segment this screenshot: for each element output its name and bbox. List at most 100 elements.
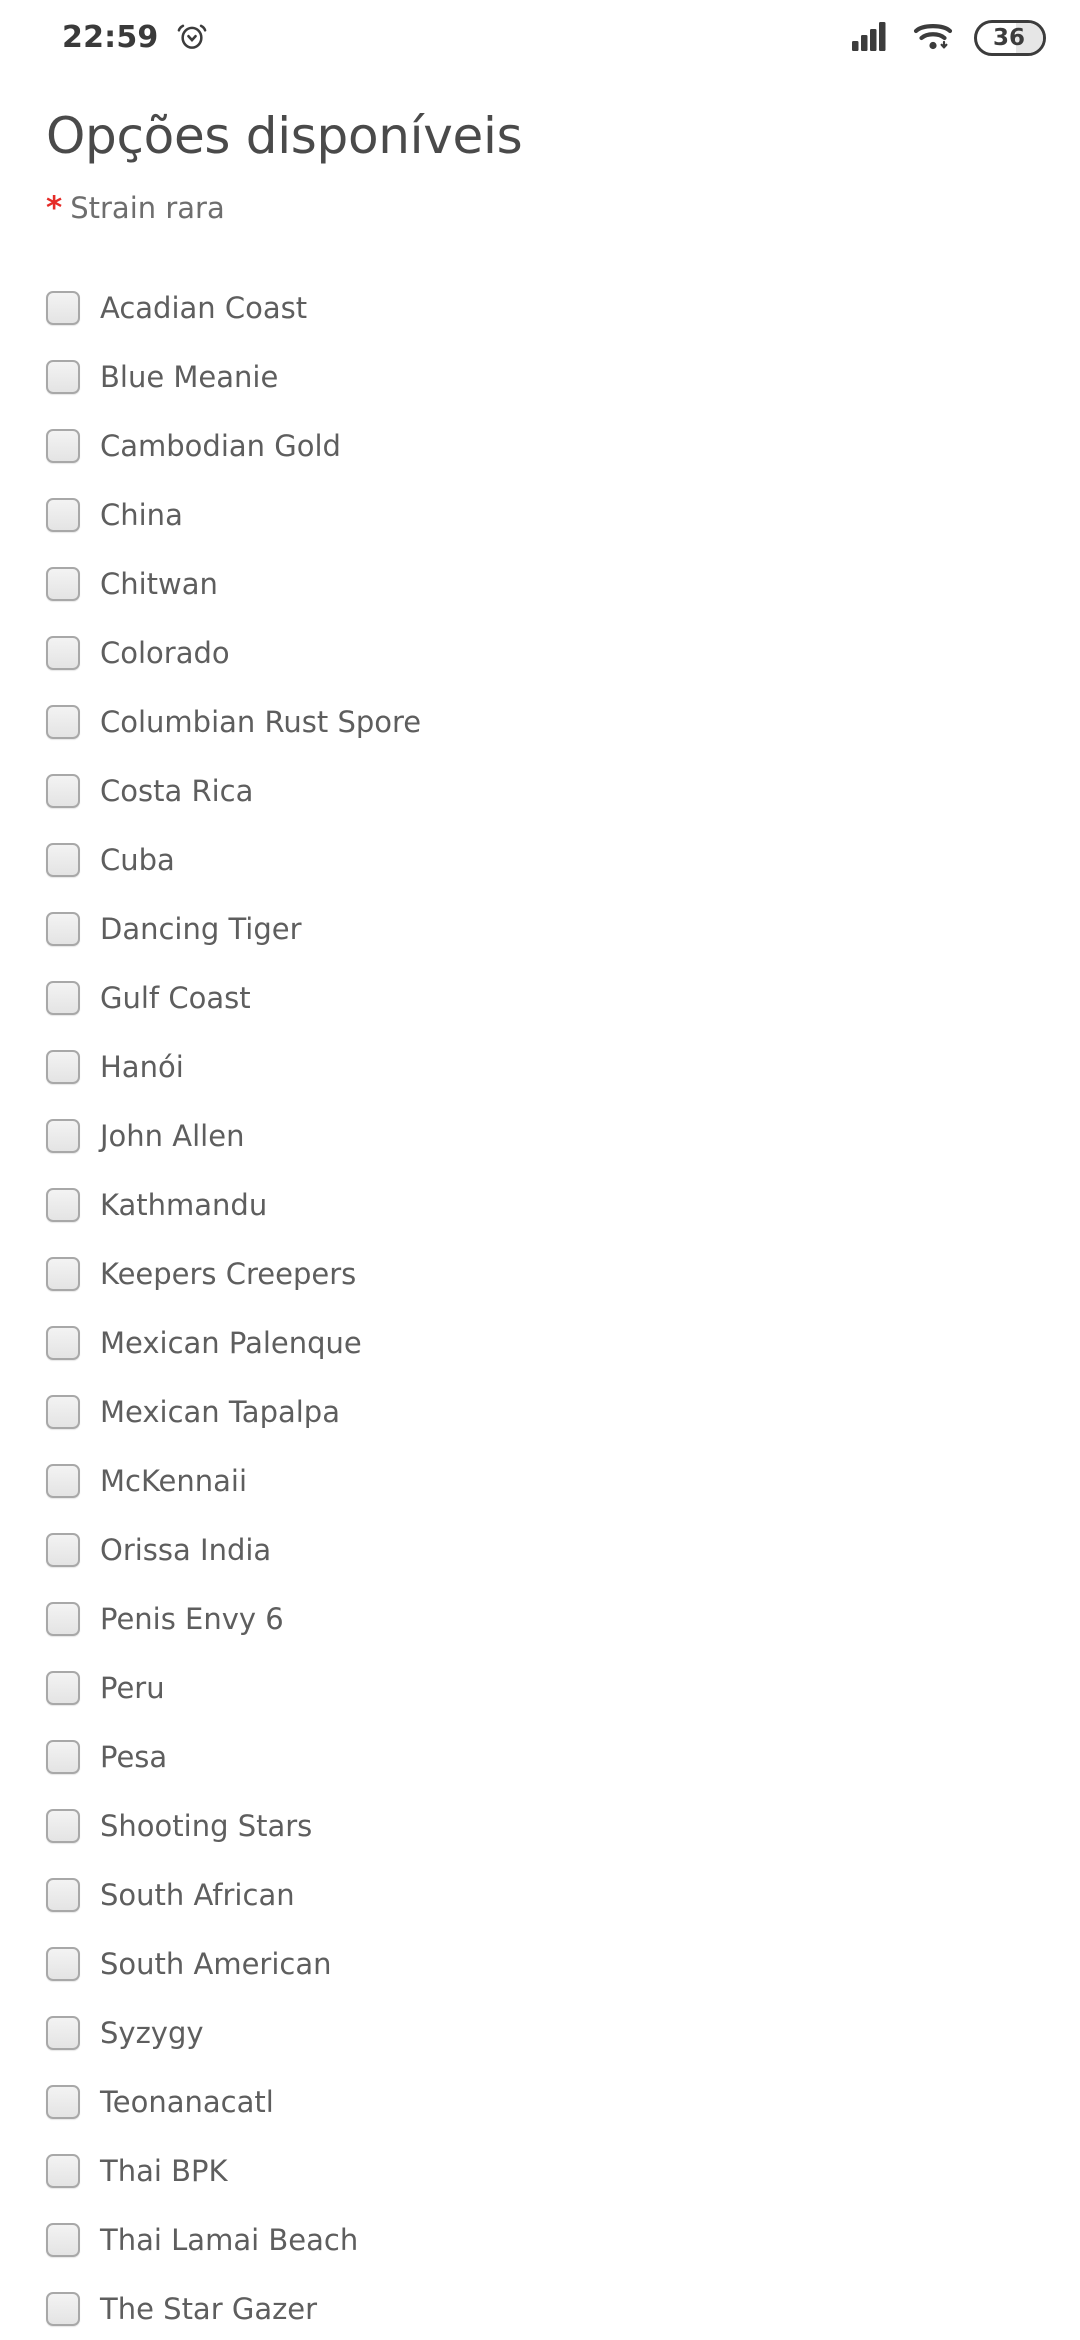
checkbox-unchecked-icon[interactable] <box>46 1947 80 1982</box>
option-row[interactable]: Mexican Tapalpa <box>46 1378 1034 1447</box>
option-label: Thai Lamai Beach <box>100 2222 359 2257</box>
cellular-signal-icon <box>852 21 892 55</box>
option-label: Cuba <box>100 842 175 877</box>
option-label: The Star Gazer <box>100 2291 318 2326</box>
option-row[interactable]: Peru <box>46 1654 1034 1723</box>
option-row[interactable]: Columbian Rust Spore <box>46 688 1034 757</box>
checkbox-unchecked-icon[interactable] <box>46 1188 80 1223</box>
checkbox-unchecked-icon[interactable] <box>46 2292 80 2327</box>
option-label: Peru <box>100 1670 165 1705</box>
option-row[interactable]: South American <box>46 1930 1034 1999</box>
required-asterisk-icon: * <box>46 190 63 226</box>
checkbox-unchecked-icon[interactable] <box>46 498 80 533</box>
option-row[interactable]: Shooting Stars <box>46 1792 1034 1861</box>
checkbox-unchecked-icon[interactable] <box>46 1119 80 1154</box>
option-row[interactable]: Thai Lamai Beach <box>46 2206 1034 2275</box>
option-label: Syzygy <box>100 2015 204 2050</box>
option-row[interactable]: Acadian Coast <box>46 274 1034 343</box>
option-label: Orissa India <box>100 1532 272 1567</box>
option-row[interactable]: Cambodian Gold <box>46 412 1034 481</box>
option-label: Teonanacatl <box>100 2084 274 2119</box>
option-row[interactable]: Teonanacatl <box>46 2068 1034 2137</box>
checkbox-unchecked-icon[interactable] <box>46 981 80 1016</box>
alarm-clock-icon <box>176 20 208 56</box>
option-row[interactable]: Costa Rica <box>46 757 1034 826</box>
option-label: Cambodian Gold <box>100 428 341 463</box>
option-label: Dancing Tiger <box>100 911 302 946</box>
option-row[interactable]: Colorado <box>46 619 1034 688</box>
option-label: Blue Meanie <box>100 359 279 394</box>
checkbox-unchecked-icon[interactable] <box>46 912 80 947</box>
checkbox-unchecked-icon[interactable] <box>46 2223 80 2258</box>
option-row[interactable]: Keepers Creepers <box>46 1240 1034 1309</box>
checkbox-unchecked-icon[interactable] <box>46 636 80 671</box>
option-row[interactable]: Dancing Tiger <box>46 895 1034 964</box>
option-row[interactable]: Cuba <box>46 826 1034 895</box>
option-row[interactable]: South African <box>46 1861 1034 1930</box>
battery-level-text: 36 <box>992 24 1025 51</box>
option-label: Gulf Coast <box>100 980 251 1015</box>
option-row[interactable]: Syzygy <box>46 1999 1034 2068</box>
checkbox-unchecked-icon[interactable] <box>46 1464 80 1499</box>
battery-indicator: 36 <box>974 20 1046 56</box>
checkbox-unchecked-icon[interactable] <box>46 1533 80 1568</box>
option-row[interactable]: Pesa <box>46 1723 1034 1792</box>
option-row[interactable]: Hanói <box>46 1033 1034 1102</box>
checkbox-unchecked-icon[interactable] <box>46 843 80 878</box>
option-label: Penis Envy 6 <box>100 1601 284 1636</box>
option-row[interactable]: Penis Envy 6 <box>46 1585 1034 1654</box>
checkbox-unchecked-icon[interactable] <box>46 1257 80 1292</box>
option-row[interactable]: Orissa India <box>46 1516 1034 1585</box>
option-row[interactable]: Thai BPK <box>46 2137 1034 2206</box>
checkbox-unchecked-icon[interactable] <box>46 705 80 740</box>
option-label: Keepers Creepers <box>100 1256 357 1291</box>
wifi-icon <box>913 20 953 56</box>
option-row[interactable]: Mexican Palenque <box>46 1309 1034 1378</box>
checkbox-unchecked-icon[interactable] <box>46 1671 80 1706</box>
checkbox-unchecked-icon[interactable] <box>46 2085 80 2120</box>
option-label: Costa Rica <box>100 773 254 808</box>
option-row[interactable]: China <box>46 481 1034 550</box>
option-label: Acadian Coast <box>100 290 308 325</box>
status-bar: 22:59 36 <box>0 0 1080 76</box>
checkbox-unchecked-icon[interactable] <box>46 2016 80 2051</box>
option-label: Shooting Stars <box>100 1808 313 1843</box>
option-label: Hanói <box>100 1049 184 1084</box>
field-label: * Strain rara <box>46 191 1034 226</box>
option-label: Thai BPK <box>100 2153 228 2188</box>
option-row[interactable]: Blue Meanie <box>46 343 1034 412</box>
checkbox-unchecked-icon[interactable] <box>46 1395 80 1430</box>
option-label: Chitwan <box>100 566 218 601</box>
option-label: Mexican Palenque <box>100 1325 362 1360</box>
option-label: South African <box>100 1877 295 1912</box>
option-label: Kathmandu <box>100 1187 268 1222</box>
checkbox-unchecked-icon[interactable] <box>46 291 80 326</box>
field-label-text: Strain rara <box>70 191 225 225</box>
option-row[interactable]: Gulf Coast <box>46 964 1034 1033</box>
checkbox-unchecked-icon[interactable] <box>46 1326 80 1361</box>
checkbox-unchecked-icon[interactable] <box>46 1602 80 1637</box>
checkbox-unchecked-icon[interactable] <box>46 567 80 602</box>
checkbox-unchecked-icon[interactable] <box>46 774 80 809</box>
checkbox-unchecked-icon[interactable] <box>46 360 80 395</box>
option-label: China <box>100 497 183 532</box>
option-row[interactable]: Chitwan <box>46 550 1034 619</box>
checkbox-unchecked-icon[interactable] <box>46 1050 80 1085</box>
options-list: Acadian Coast Blue Meanie Cambodian Gold Ch… <box>0 274 1080 2340</box>
checkbox-unchecked-icon[interactable] <box>46 1878 80 1913</box>
checkbox-unchecked-icon[interactable] <box>46 2154 80 2189</box>
checkbox-unchecked-icon[interactable] <box>46 1809 80 1844</box>
option-row[interactable]: Kathmandu <box>46 1171 1034 1240</box>
checkbox-unchecked-icon[interactable] <box>46 429 80 464</box>
page-title: Opções disponíveis <box>46 107 523 165</box>
status-bar-left: 22:59 <box>62 20 208 56</box>
option-row[interactable]: The Star Gazer <box>46 2275 1034 2340</box>
option-label: Mexican Tapalpa <box>100 1394 340 1429</box>
status-clock: 22:59 <box>62 20 159 55</box>
option-row[interactable]: McKennaii <box>46 1447 1034 1516</box>
option-label: Pesa <box>100 1739 168 1774</box>
page-header: Opções disponíveis * Strain rara <box>0 76 1080 226</box>
checkbox-unchecked-icon[interactable] <box>46 1740 80 1775</box>
option-row[interactable]: John Allen <box>46 1102 1034 1171</box>
option-label: Colorado <box>100 635 230 670</box>
